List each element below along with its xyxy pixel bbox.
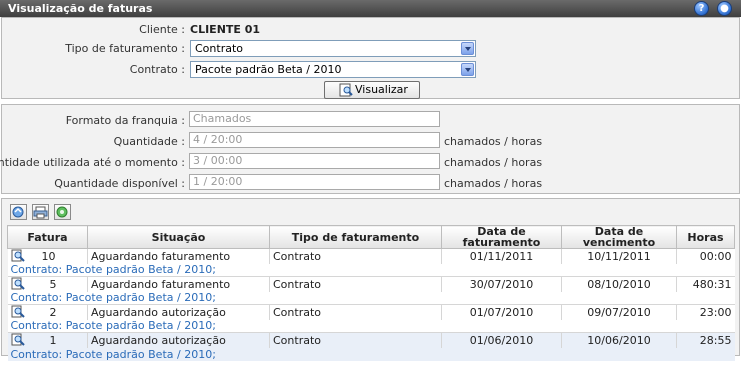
fatura-cell: 2	[7, 304, 88, 320]
table-row[interactable]: 2 Aguardando autorização Contrato 01/07/…	[7, 304, 735, 320]
data-faturamento-cell: 01/06/2010	[441, 332, 562, 348]
window-title: Visualização de faturas	[8, 2, 153, 15]
franquia-panel: Formato da franquia : Chamados Quantidad…	[0, 104, 740, 194]
fatura-value: 10	[41, 250, 56, 263]
tipo-cell: Contrato	[269, 276, 442, 292]
contract-link[interactable]: Contrato: Pacote padrão Beta / 2010;	[7, 291, 735, 305]
table-header-row: Fatura Situação Tipo de faturamento Data…	[7, 225, 735, 249]
magnifier-icon[interactable]	[11, 249, 25, 263]
data-faturamento-cell: 01/11/2011	[441, 248, 562, 264]
data-vencimento-cell: 09/07/2010	[561, 304, 677, 320]
tipo-cell: Contrato	[269, 332, 442, 348]
contract-row: Contrato: Pacote padrão Beta / 2010;	[7, 319, 735, 333]
quantidade-value: 4 / 20:00	[193, 133, 243, 146]
data-vencimento-cell: 08/10/2010	[561, 276, 677, 292]
fatura-cell: 1	[7, 332, 88, 348]
filter-panel: Cliente : CLIENTE 01 Tipo de faturamento…	[1, 17, 740, 99]
contract-row: Contrato: Pacote padrão Beta / 2010;	[7, 347, 735, 361]
col-horas[interactable]: Horas	[676, 225, 735, 249]
magnifier-icon[interactable]	[11, 277, 25, 291]
quantidade-utilizada-value: 3 / 00:00	[193, 154, 243, 167]
col-situacao[interactable]: Situação	[87, 225, 270, 249]
magnifier-icon[interactable]	[11, 305, 25, 319]
export-button[interactable]	[10, 204, 27, 220]
quantidade-disponivel-label: Quantidade disponível :	[54, 177, 185, 190]
fatura-cell: 10	[7, 248, 88, 264]
contrato-value: Pacote padrão Beta / 2010	[195, 63, 342, 76]
quantidade-disponivel-value: 1 / 20:00	[193, 175, 243, 188]
print-icon	[33, 206, 48, 219]
export-icon	[12, 206, 24, 218]
contract-link[interactable]: Contrato: Pacote padrão Beta / 2010;	[7, 347, 735, 361]
formato-franquia-label: Formato da franquia :	[65, 114, 185, 127]
magnifier-icon	[339, 83, 353, 97]
contrato-label: Contrato :	[129, 63, 185, 76]
data-faturamento-cell: 30/07/2010	[441, 276, 562, 292]
formato-franquia-value: Chamados	[193, 112, 252, 125]
formato-franquia-field[interactable]: Chamados	[189, 111, 440, 127]
contract-link[interactable]: Contrato: Pacote padrão Beta / 2010;	[7, 319, 735, 333]
situacao-cell: Aguardando faturamento	[87, 248, 270, 264]
quantidade-utilizada-unit: chamados / horas	[444, 156, 543, 169]
contrato-select[interactable]: Pacote padrão Beta / 2010	[190, 61, 476, 78]
data-vencimento-cell: 10/11/2011	[561, 248, 677, 264]
fatura-value: 2	[49, 306, 57, 319]
refresh-button[interactable]	[54, 204, 71, 220]
help-icon[interactable]: ?	[694, 1, 709, 16]
fatura-value: 1	[49, 334, 57, 347]
col-data-faturamento[interactable]: Data de faturamento	[441, 225, 562, 249]
quantidade-disponivel-field[interactable]: 1 / 20:00	[189, 174, 440, 190]
visualizar-label: Visualizar	[355, 83, 408, 96]
horas-cell: 28:55	[676, 332, 735, 348]
fatura-cell: 5	[7, 276, 88, 292]
tipo-cell: Contrato	[269, 304, 442, 320]
quantidade-label: Quantidade :	[113, 135, 185, 148]
tipo-cell: Contrato	[269, 248, 442, 264]
fatura-value: 5	[49, 278, 57, 291]
col-fatura[interactable]: Fatura	[7, 225, 88, 249]
cliente-label: Cliente :	[139, 23, 185, 36]
data-faturamento-cell: 01/07/2010	[441, 304, 562, 320]
contract-link[interactable]: Contrato: Pacote padrão Beta / 2010;	[7, 263, 735, 277]
chevron-down-icon[interactable]	[461, 42, 474, 55]
situacao-cell: Aguardando autorização	[87, 304, 270, 320]
contract-row: Contrato: Pacote padrão Beta / 2010;	[7, 263, 735, 277]
globe-icon[interactable]: ●	[717, 1, 732, 16]
print-button[interactable]	[32, 204, 49, 220]
visualizar-button[interactable]: Visualizar	[324, 81, 420, 99]
quantidade-unit: chamados / horas	[444, 135, 543, 148]
col-tipo-faturamento[interactable]: Tipo de faturamento	[269, 225, 442, 249]
quantidade-field[interactable]: 4 / 20:00	[189, 132, 440, 148]
situacao-cell: Aguardando autorização	[87, 332, 270, 348]
faturas-table: Fatura Situação Tipo de faturamento Data…	[7, 225, 735, 361]
magnifier-icon[interactable]	[11, 333, 25, 347]
table-row[interactable]: 1 Aguardando autorização Contrato 01/06/…	[7, 332, 735, 348]
quantidade-disponivel-unit: chamados / horas	[444, 177, 543, 190]
tipo-faturamento-select[interactable]: Contrato	[190, 40, 476, 57]
cliente-value: CLIENTE 01	[190, 23, 261, 36]
chevron-down-icon[interactable]	[461, 63, 474, 76]
col-data-vencimento[interactable]: Data de vencimento	[561, 225, 677, 249]
contract-row: Contrato: Pacote padrão Beta / 2010;	[7, 291, 735, 305]
refresh-icon	[56, 206, 68, 218]
tipo-faturamento-label: Tipo de faturamento :	[65, 42, 185, 55]
situacao-cell: Aguardando faturamento	[87, 276, 270, 292]
horas-cell: 00:00	[676, 248, 735, 264]
horas-cell: 23:00	[676, 304, 735, 320]
quantidade-utilizada-field[interactable]: 3 / 00:00	[189, 153, 440, 169]
table-row[interactable]: 10 Aguardando faturamento Contrato 01/11…	[7, 248, 735, 264]
data-vencimento-cell: 10/06/2010	[561, 332, 677, 348]
tipo-faturamento-value: Contrato	[195, 42, 244, 55]
horas-cell: 480:31	[676, 276, 735, 292]
window-titlebar: Visualização de faturas	[0, 0, 741, 17]
quantidade-utilizada-label: Quantidade utilizada até o momento :	[0, 156, 185, 169]
table-row[interactable]: 5 Aguardando faturamento Contrato 30/07/…	[7, 276, 735, 292]
